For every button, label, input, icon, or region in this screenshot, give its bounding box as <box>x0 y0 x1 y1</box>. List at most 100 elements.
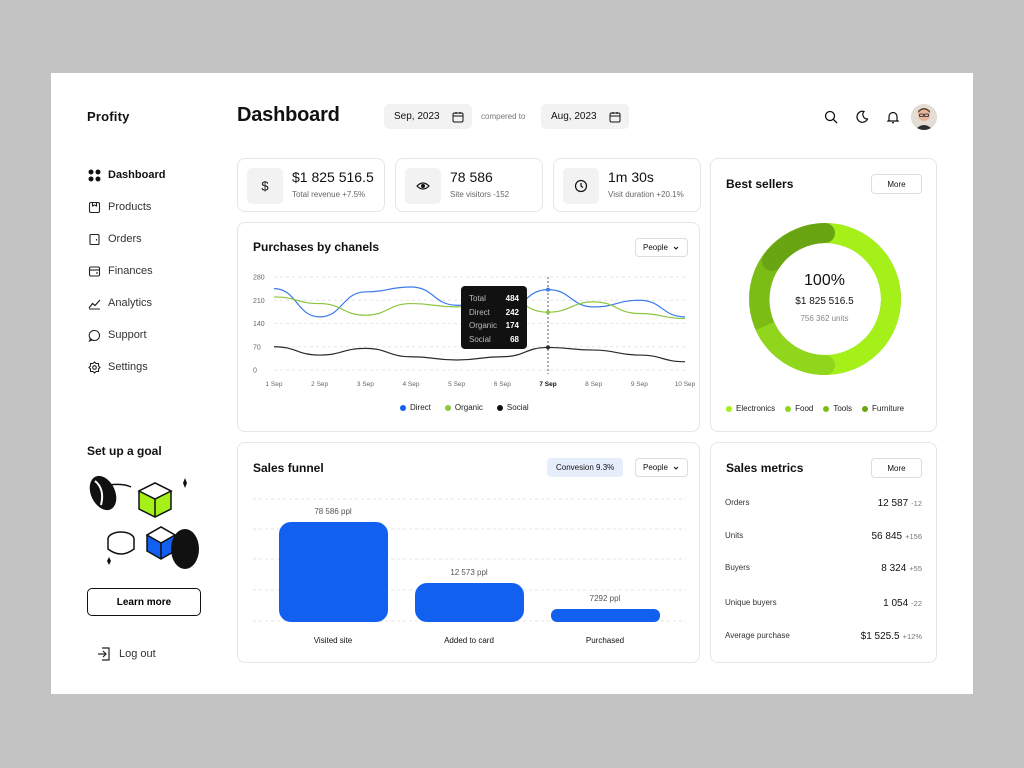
x-tick-label: 7 Sep <box>539 381 556 388</box>
date-to-picker[interactable]: Aug, 2023 <box>541 104 629 129</box>
donut-percent: 100% <box>804 272 845 289</box>
box-icon <box>87 200 101 214</box>
stat-card-revenue: $ $1 825 516.5 Total revenue +7.5% <box>237 158 385 212</box>
wallet-icon <box>87 264 101 278</box>
sidebar-item-support[interactable]: Support <box>87 319 217 351</box>
best-sellers-title: Best sellers <box>726 177 794 191</box>
metric-delta: +156 <box>905 532 922 541</box>
dollar-icon: $ <box>247 168 283 204</box>
metric-label: Units <box>725 530 744 540</box>
logout-link[interactable]: Log out <box>96 646 156 662</box>
legend-label: Food <box>795 404 814 413</box>
tooltip-key: Social <box>469 334 491 344</box>
x-tick-label: 10 Sep <box>675 381 696 388</box>
compared-label: compered to <box>481 112 526 121</box>
sidebar-item-label: Analytics <box>108 297 153 309</box>
page-title: Dashboard <box>237 104 340 126</box>
legend-dot <box>496 404 503 411</box>
donut-amount: $1 825 516.5 <box>795 296 854 307</box>
tooltip-value: 68 <box>510 334 519 344</box>
moon-icon[interactable] <box>853 108 871 126</box>
x-tick-label: 2 Sep <box>311 381 328 388</box>
funnel-bar-purchased <box>551 609 660 622</box>
sidebar-item-dashboard[interactable]: Dashboard <box>87 159 217 191</box>
legend-dot <box>862 405 869 412</box>
y-tick-label: 210 <box>253 298 265 305</box>
date-from-picker[interactable]: Sep, 2023 <box>384 104 472 129</box>
stat-card-visitors: 78 586 Site visitors -152 <box>395 158 543 212</box>
metric-value: 8 324 <box>881 563 907 574</box>
chart-legend: Direct Organic Social <box>400 403 543 412</box>
tooltip-key: Direct <box>469 307 490 317</box>
best-sellers-legend: Electronics Food Tools Furniture <box>726 404 904 413</box>
tooltip-row: Social 68 <box>469 333 519 347</box>
tooltip-row: Total 484 <box>469 292 519 306</box>
stat-caption: Total revenue +7.5% <box>292 190 366 199</box>
x-tick-label: 1 Sep <box>266 381 283 388</box>
calendar-icon <box>609 111 621 122</box>
metric-label: Unique buyers <box>725 597 777 607</box>
x-tick-label: 4 Sep <box>403 381 420 388</box>
avatar[interactable] <box>911 104 937 130</box>
sidebar-item-orders[interactable]: Orders <box>87 223 217 255</box>
chart-line-icon <box>87 296 101 310</box>
logout-icon <box>98 647 110 661</box>
clock-icon <box>563 168 599 204</box>
legend-dot <box>444 404 451 411</box>
funnel-bar-visited <box>279 522 388 622</box>
metric-row: Orders 12 587 -12 <box>725 494 922 510</box>
legend-dot <box>400 404 406 411</box>
legend-label: Direct <box>410 403 431 412</box>
calendar-icon <box>452 111 464 122</box>
legend-dot <box>785 405 792 412</box>
legend-dot <box>726 405 732 412</box>
sales-metrics-title: Sales metrics <box>726 461 804 475</box>
goal-illustration <box>87 469 203 584</box>
legend-item: Direct <box>400 403 431 412</box>
series-point-organic <box>546 310 550 315</box>
chat-icon <box>87 328 101 342</box>
x-tick-label: 3 Sep <box>357 381 374 388</box>
metric-label: Buyers <box>725 562 750 572</box>
best-sellers-more-button[interactable]: More <box>871 174 922 194</box>
stat-value: 78 586 <box>450 169 493 185</box>
metric-row: Buyers 8 324 +55 <box>725 559 922 575</box>
app-logo[interactable]: Profity <box>87 109 130 124</box>
sidebar-item-products[interactable]: Products <box>87 191 217 223</box>
sidebar-item-analytics[interactable]: Analytics <box>87 287 217 319</box>
legend-label: Social <box>506 403 529 412</box>
chart-tooltip: Total 484 Direct 242 Organic 174 Social 68 <box>461 286 527 349</box>
best-sellers-card: Best sellers More 100% $1 825 516.5 756 … <box>710 158 937 432</box>
legend-label: Organic <box>454 403 483 412</box>
legend-item: Food <box>785 404 813 413</box>
funnel-value: 7292 ppl <box>589 594 621 603</box>
funnel-stage-label: Purchased <box>585 636 625 645</box>
funnel-value: 12 573 ppl <box>450 568 488 577</box>
legend-label: Furniture <box>872 404 905 413</box>
date-to-value: Aug, 2023 <box>551 111 597 122</box>
legend-label: Electronics <box>736 404 776 413</box>
sidebar-item-label: Orders <box>108 233 142 245</box>
legend-item: Tools <box>823 404 852 413</box>
learn-more-button[interactable]: Learn more <box>87 588 201 616</box>
sidebar-item-label: Dashboard <box>108 169 166 181</box>
stat-caption: Site visitors -152 <box>450 190 510 199</box>
bell-icon[interactable] <box>884 108 902 126</box>
gear-icon <box>87 360 101 374</box>
metric-label: Orders <box>725 497 750 507</box>
sidebar-item-finances[interactable]: Finances <box>87 255 217 287</box>
sidebar-item-settings[interactable]: Settings <box>87 351 217 383</box>
x-tick-label: 6 Sep <box>494 381 511 388</box>
stat-value: $1 825 516.5 <box>292 169 374 185</box>
goal-title: Set up a goal <box>87 444 162 458</box>
legend-dot <box>823 405 830 412</box>
logout-label: Log out <box>119 648 156 660</box>
search-icon[interactable] <box>822 108 840 126</box>
x-tick-label: 8 Sep <box>585 381 602 388</box>
metric-value: $1 525.5 <box>860 631 900 642</box>
tooltip-row: Direct 242 <box>469 306 519 320</box>
sales-metrics-more-button[interactable]: More <box>871 458 922 478</box>
legend-item: Organic <box>444 403 483 412</box>
tooltip-key: Organic <box>469 321 498 331</box>
app-frame: Profity Dashboard Sep, 2023 compered to … <box>51 73 973 694</box>
